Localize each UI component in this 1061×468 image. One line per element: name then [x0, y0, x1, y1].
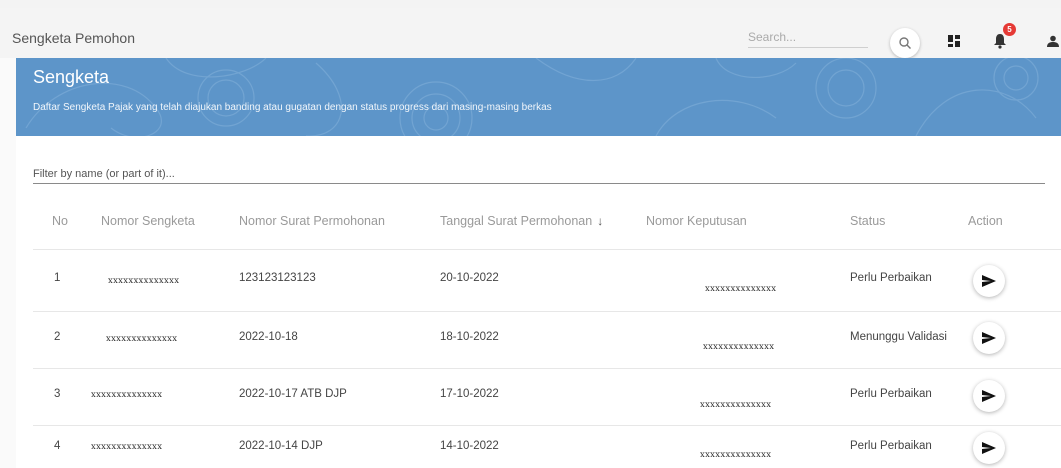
send-button[interactable]	[973, 432, 1005, 464]
cell-nomor-surat: 2022-10-17 ATB DJP	[239, 388, 347, 400]
page-subtitle: Daftar Sengketa Pajak yang telah diajuka…	[33, 102, 552, 113]
cell-nomor-sengketa: xxxxxxxxxxxxxx	[91, 390, 163, 400]
header-divider	[33, 249, 1061, 250]
search-input[interactable]	[748, 26, 868, 48]
apps-grid-icon	[948, 35, 960, 47]
cell-no: 2	[54, 331, 61, 343]
top-toolbar: Sengketa Pemohon 5	[0, 8, 1061, 58]
cell-nomor-surat: 123123123123	[239, 272, 316, 284]
apps-button[interactable]	[943, 30, 965, 52]
status-label: Perlu Perbaikan	[850, 272, 932, 284]
status-label: Perlu Perbaikan	[850, 388, 932, 400]
filter-input[interactable]	[33, 164, 1045, 184]
paisley-pattern	[25, 58, 1039, 136]
user-icon	[1047, 35, 1059, 47]
page-banner: Sengketa Daftar Sengketa Pajak yang tela…	[16, 58, 1061, 136]
page-title: Sengketa	[33, 67, 110, 87]
cell-nomor-keputusan: xxxxxxxxxxxxxx	[700, 400, 772, 410]
app-frame: Sengketa Pemohon 5	[0, 8, 1061, 468]
row-divider	[33, 311, 1061, 312]
content-card: No Nomor Sengketa Nomor Surat Permohonan…	[16, 136, 1061, 468]
cell-no: 1	[54, 272, 61, 284]
row-divider	[33, 425, 1061, 426]
cell-nomor-surat: 2022-10-18	[239, 331, 298, 343]
header-tanggal-surat[interactable]: Tanggal Surat Permohonan ↓	[440, 214, 603, 228]
header-action: Action	[968, 214, 1003, 228]
app-title: Sengketa Pemohon	[12, 30, 135, 46]
header-nomor-surat[interactable]: Nomor Surat Permohonan	[239, 214, 385, 228]
header-no: No	[52, 214, 68, 228]
header-tanggal-label: Tanggal Surat Permohonan	[440, 214, 593, 228]
cell-no: 3	[54, 388, 61, 400]
bell-icon	[994, 34, 1006, 49]
cell-nomor-keputusan: xxxxxxxxxxxxxx	[700, 450, 772, 460]
cell-tanggal: 17-10-2022	[440, 388, 499, 400]
cell-tanggal: 20-10-2022	[440, 272, 499, 284]
search-icon	[899, 37, 911, 49]
status-label: Menunggu Validasi	[850, 331, 947, 343]
cell-no: 4	[54, 440, 61, 452]
cell-nomor-sengketa: xxxxxxxxxxxxxx	[106, 334, 178, 344]
header-nomor-keputusan[interactable]: Nomor Keputusan	[646, 214, 747, 228]
arrow-down-icon: ↓	[597, 214, 604, 228]
cell-nomor-keputusan: xxxxxxxxxxxxxx	[703, 342, 775, 352]
send-button[interactable]	[973, 322, 1005, 354]
cell-nomor-surat: 2022-10-14 DJP	[239, 440, 323, 452]
search-button[interactable]	[890, 28, 920, 58]
header-status[interactable]: Status	[850, 214, 885, 228]
send-icon	[982, 275, 996, 287]
send-button[interactable]	[973, 380, 1005, 412]
header-nomor-sengketa[interactable]: Nomor Sengketa	[101, 214, 195, 228]
cell-tanggal: 14-10-2022	[440, 440, 499, 452]
cell-nomor-sengketa: xxxxxxxxxxxxxx	[91, 442, 163, 452]
send-button[interactable]	[973, 265, 1005, 297]
cell-nomor-keputusan: xxxxxxxxxxxxxx	[705, 284, 777, 294]
row-divider	[33, 368, 1061, 369]
send-icon	[982, 442, 996, 454]
cell-nomor-sengketa: xxxxxxxxxxxxxx	[108, 276, 180, 286]
user-menu-button[interactable]	[1042, 30, 1061, 52]
send-icon	[982, 390, 996, 402]
cell-tanggal: 18-10-2022	[440, 331, 499, 343]
status-label: Perlu Perbaikan	[850, 440, 932, 452]
notification-badge: 5	[1003, 23, 1016, 36]
send-icon	[982, 332, 996, 344]
